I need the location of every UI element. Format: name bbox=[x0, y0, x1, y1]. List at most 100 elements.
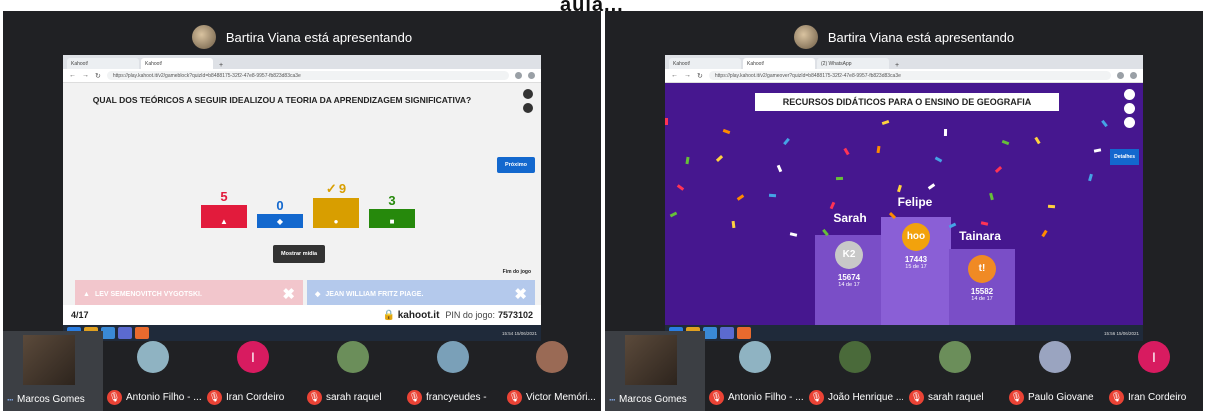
settings-icon[interactable] bbox=[1124, 103, 1135, 114]
shared-screen[interactable]: Kahoot! Kahoot! (2) WhatsApp + ← → ↻ htt… bbox=[665, 55, 1143, 325]
confetti-piece bbox=[980, 221, 989, 226]
confetti-piece bbox=[835, 176, 844, 181]
participant-name-row: 🎙 sarah raquel bbox=[909, 390, 1003, 405]
extension-icon[interactable] bbox=[1117, 72, 1124, 79]
new-tab-icon[interactable]: + bbox=[215, 62, 227, 69]
participant-avatar: I bbox=[1138, 341, 1170, 373]
participant-tile[interactable]: I 🎙 Iran Cordeiro bbox=[203, 331, 303, 411]
mic-off-icon: 🎙 bbox=[107, 390, 122, 405]
profile-icon[interactable] bbox=[528, 72, 535, 79]
details-button[interactable]: Detalhes bbox=[1110, 149, 1139, 165]
answer-option[interactable]: ▲ LEV SEMENOVITCH VYGOTSKI. ✖ bbox=[75, 280, 303, 308]
confetti-piece bbox=[669, 211, 678, 218]
participant-avatar: I bbox=[237, 341, 269, 373]
shared-screen[interactable]: Kahoot! Kahoot! + ← → ↻ https://play.kah… bbox=[63, 55, 541, 325]
answer-option[interactable]: ◆ JEAN WILLIAM FRITZ PIAGE. ✖ bbox=[307, 280, 535, 308]
back-icon[interactable]: ← bbox=[671, 72, 678, 79]
result-bar-fill bbox=[313, 198, 359, 216]
extension-icon[interactable] bbox=[515, 72, 522, 79]
fullscreen-icon[interactable] bbox=[1124, 89, 1135, 100]
result-count-value: 9 bbox=[338, 181, 347, 196]
shape-icon: ▲ bbox=[201, 216, 247, 228]
answer-shape-icon: ◆ bbox=[315, 291, 321, 298]
result-bar-fill bbox=[369, 208, 415, 216]
podium-first: hoo 17443 15 de 17 bbox=[881, 217, 951, 325]
wrong-icon: ✖ bbox=[282, 286, 295, 303]
wrong-icon: ✖ bbox=[514, 286, 527, 303]
speaking-icon: ··· bbox=[7, 394, 14, 405]
end-game-label[interactable]: Fim do jogo bbox=[503, 269, 531, 275]
self-video bbox=[23, 335, 75, 385]
forward-icon[interactable]: → bbox=[684, 72, 691, 79]
participant-avatar bbox=[137, 341, 169, 373]
participant-tile[interactable]: 🎙 João Henrique ... bbox=[805, 331, 905, 411]
participant-name-row: 🎙 Victor Memóri... bbox=[507, 390, 599, 405]
confetti-piece bbox=[1101, 119, 1108, 128]
participant-tile[interactable]: I 🎙 Iran Cordeiro bbox=[1105, 331, 1203, 411]
url-field[interactable]: https://play.kahoot.it/v2/gameblock?quiz… bbox=[106, 71, 509, 80]
participant-tile[interactable]: 🎙 sarah raquel bbox=[303, 331, 403, 411]
kahoot-site: 🔒 kahoot.it bbox=[382, 309, 440, 321]
player-badge-icon: t! bbox=[968, 255, 996, 283]
result-count: 5 bbox=[220, 189, 228, 205]
participant-tile[interactable]: 🎙 Antonio Filho - ... bbox=[103, 331, 203, 411]
confetti-piece bbox=[768, 193, 777, 198]
confetti-piece bbox=[685, 156, 690, 165]
answer-label: ▲ LEV SEMENOVITCH VYGOTSKI. bbox=[83, 291, 202, 298]
shape-icon: ■ bbox=[369, 216, 415, 228]
confetti-piece bbox=[829, 201, 836, 210]
new-tab-icon[interactable]: + bbox=[891, 62, 903, 69]
confetti-piece bbox=[676, 184, 685, 191]
profile-icon[interactable] bbox=[1130, 72, 1137, 79]
volume-icon[interactable] bbox=[1124, 117, 1135, 128]
confetti-piece bbox=[783, 137, 790, 146]
presenter-text: Bartira Viana está apresentando bbox=[225, 29, 413, 45]
mic-off-icon: 🎙 bbox=[507, 390, 522, 405]
browser-tab[interactable]: Kahoot! bbox=[743, 58, 815, 69]
participant-name-row: 🎙 Iran Cordeiro bbox=[1109, 390, 1201, 405]
participant-name: Antonio Filho - ... bbox=[728, 392, 803, 403]
browser-tab[interactable]: Kahoot! bbox=[67, 58, 139, 69]
correct-check-icon: ✓ bbox=[325, 181, 337, 196]
podium-name-second: Sarah bbox=[833, 211, 867, 225]
presenter-text: Bartira Viana está apresentando bbox=[827, 29, 1015, 45]
participant-name-row: 🎙 Antonio Filho - ... bbox=[107, 390, 201, 405]
reload-icon[interactable]: ↻ bbox=[697, 72, 703, 80]
confetti-piece bbox=[1093, 148, 1102, 153]
participant-tile[interactable]: 🎙 Antonio Filho - ... bbox=[705, 331, 805, 411]
volume-icon[interactable] bbox=[523, 103, 533, 113]
reload-icon[interactable]: ↻ bbox=[95, 72, 101, 80]
confetti-piece bbox=[1041, 229, 1048, 238]
participant-tile[interactable]: 🎙 francyeudes - bbox=[403, 331, 503, 411]
participant-tile[interactable]: 🎙 Victor Memóri... bbox=[503, 331, 601, 411]
participant-tile[interactable]: ··· Marcos Gomes bbox=[605, 331, 705, 411]
browser-tab[interactable]: (2) WhatsApp bbox=[817, 58, 889, 69]
confetti-piece bbox=[943, 128, 948, 137]
participant-tile[interactable]: ··· Marcos Gomes bbox=[3, 331, 103, 411]
confetti-piece bbox=[881, 119, 890, 126]
result-count: 0 bbox=[276, 198, 284, 213]
forward-icon[interactable]: → bbox=[82, 72, 89, 79]
podium-rank: 14 de 17 bbox=[838, 282, 860, 288]
next-button[interactable]: Próximo bbox=[496, 157, 535, 173]
back-icon[interactable]: ← bbox=[69, 72, 76, 79]
participant-name-row: ··· Marcos Gomes bbox=[7, 394, 101, 405]
participant-name: francyeudes - bbox=[426, 392, 487, 403]
confetti-piece bbox=[994, 166, 1003, 173]
address-bar: ← → ↻ https://play.kahoot.it/v2/gameover… bbox=[665, 69, 1143, 83]
participant-tile[interactable]: 🎙 sarah raquel bbox=[905, 331, 1005, 411]
show-media-button[interactable]: Mostrar mídia bbox=[273, 245, 326, 263]
kahoot-footer: 4/17 🔒 kahoot.it PIN do jogo: 7573102 bbox=[63, 305, 541, 325]
self-video bbox=[625, 335, 677, 385]
browser-tab[interactable]: Kahoot! bbox=[141, 58, 213, 69]
browser-tab[interactable]: Kahoot! bbox=[669, 58, 741, 69]
confetti-piece bbox=[665, 118, 668, 125]
participant-name: Paulo Giovane bbox=[1028, 392, 1094, 403]
participant-tile[interactable]: 🎙 Paulo Giovane bbox=[1005, 331, 1105, 411]
participant-name: João Henrique ... bbox=[828, 392, 903, 403]
participants-strip: ··· Marcos Gomes 🎙 Antonio Filho - ... I 🎙 Ira… bbox=[3, 331, 601, 411]
confetti-piece bbox=[927, 183, 936, 190]
podium-score: 15674 bbox=[837, 273, 861, 282]
url-field[interactable]: https://play.kahoot.it/v2/gameover?quizI… bbox=[708, 71, 1111, 80]
settings-icon[interactable] bbox=[523, 89, 533, 99]
